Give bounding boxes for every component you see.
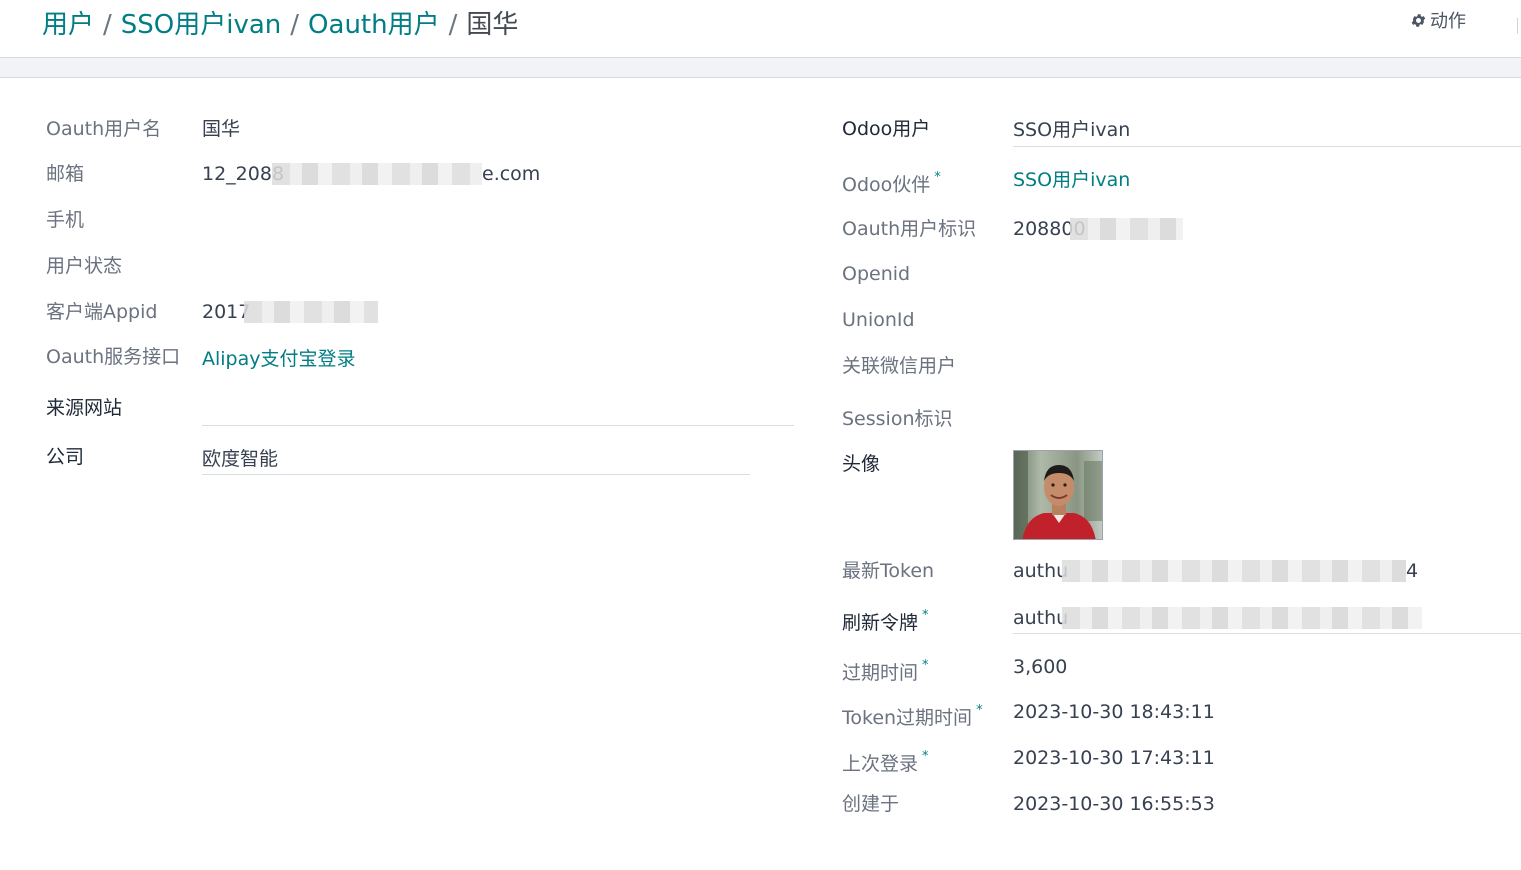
pager-divider: [1517, 18, 1518, 34]
user-status-label: 用户状态: [46, 255, 123, 277]
breadcrumb-item-sso-user[interactable]: SSO用户ivan: [121, 10, 282, 40]
last-login-label: 上次登录 *: [842, 749, 929, 775]
avatar[interactable]: [1013, 450, 1103, 540]
breadcrumb-item-users[interactable]: 用户: [42, 10, 94, 40]
company-value[interactable]: 欧度智能: [202, 446, 278, 472]
created-at-value: 2023-10-30 16:55:53: [1013, 793, 1215, 815]
action-menu-button[interactable]: 动作: [1410, 9, 1466, 35]
wechat-user-label: 关联微信用户: [842, 355, 957, 377]
token-expire-time-value: 2023-10-30 18:43:11: [1013, 701, 1215, 723]
statusbar: [0, 58, 1521, 78]
required-mark: *: [922, 608, 929, 623]
odoo-user-label: Odoo用户: [842, 118, 931, 140]
expires-in-value: 3,600: [1013, 656, 1068, 678]
odoo-partner-label: Odoo伙伴 *: [842, 170, 941, 196]
redacted-blur: [1062, 607, 1422, 629]
company-label: 公司: [46, 446, 85, 468]
latest-token-label: 最新Token: [842, 560, 935, 582]
redacted-blur: [1062, 560, 1406, 582]
source-site-input[interactable]: [202, 425, 794, 426]
odoo-user-input-underline: [1013, 146, 1521, 147]
oauth-user-id-label: Oauth用户标识: [842, 218, 977, 240]
breadcrumb-item-oauth-users[interactable]: Oauth用户: [308, 10, 440, 40]
created-at-label: 创建于: [842, 793, 900, 815]
expires-in-label: 过期时间 *: [842, 658, 929, 684]
refresh-token-label: 刷新令牌 *: [842, 608, 929, 634]
gear-icon: [1411, 14, 1426, 27]
oauth-service-link[interactable]: Alipay支付宝登录: [202, 346, 356, 372]
client-appid-label: 客户端Appid: [46, 301, 158, 323]
redacted-blur: [1070, 218, 1183, 240]
breadcrumb-current: 国华: [466, 10, 519, 40]
action-menu-label: 动作: [1430, 11, 1466, 32]
redacted-blur: [244, 301, 378, 323]
token-expire-time-label: Token过期时间 *: [842, 703, 983, 729]
control-panel: 用户 / SSO用户ivan / Oauth用户 / 国华 动作: [0, 0, 1521, 58]
breadcrumb-separator: /: [290, 10, 300, 40]
odoo-partner-link[interactable]: SSO用户ivan: [1013, 167, 1130, 193]
latest-token-prefix: authu: [1013, 560, 1069, 582]
refresh-token-input-underline: [1013, 633, 1521, 634]
avatar-label: 头像: [842, 453, 881, 475]
avatar-photo: [1014, 451, 1102, 539]
redacted-blur: [272, 163, 482, 185]
unionid-label: UnionId: [842, 309, 915, 331]
email-value-suffix: e.com: [482, 163, 541, 185]
openid-label: Openid: [842, 263, 911, 285]
oauth-service-label: Oauth服务接口: [46, 346, 181, 368]
last-login-value: 2023-10-30 17:43:11: [1013, 747, 1215, 769]
mobile-label: 手机: [46, 209, 85, 231]
breadcrumb-separator: /: [448, 10, 458, 40]
breadcrumb-separator: /: [103, 10, 112, 40]
refresh-token-prefix[interactable]: authu: [1013, 605, 1068, 631]
required-mark: *: [934, 170, 941, 185]
company-input-underline: [202, 474, 750, 475]
required-mark: *: [922, 658, 929, 673]
required-mark: *: [922, 749, 929, 764]
oauth-username-value: 国华: [202, 118, 241, 140]
odoo-user-value[interactable]: SSO用户ivan: [1013, 117, 1130, 143]
oauth-username-label: Oauth用户名: [46, 118, 162, 140]
required-mark: *: [976, 703, 983, 718]
latest-token-suffix: 4: [1406, 560, 1419, 582]
email-label: 邮箱: [46, 163, 85, 185]
source-site-label: 来源网站: [46, 397, 123, 419]
session-id-label: Session标识: [842, 408, 953, 430]
breadcrumb: 用户 / SSO用户ivan / Oauth用户 / 国华: [42, 6, 518, 44]
